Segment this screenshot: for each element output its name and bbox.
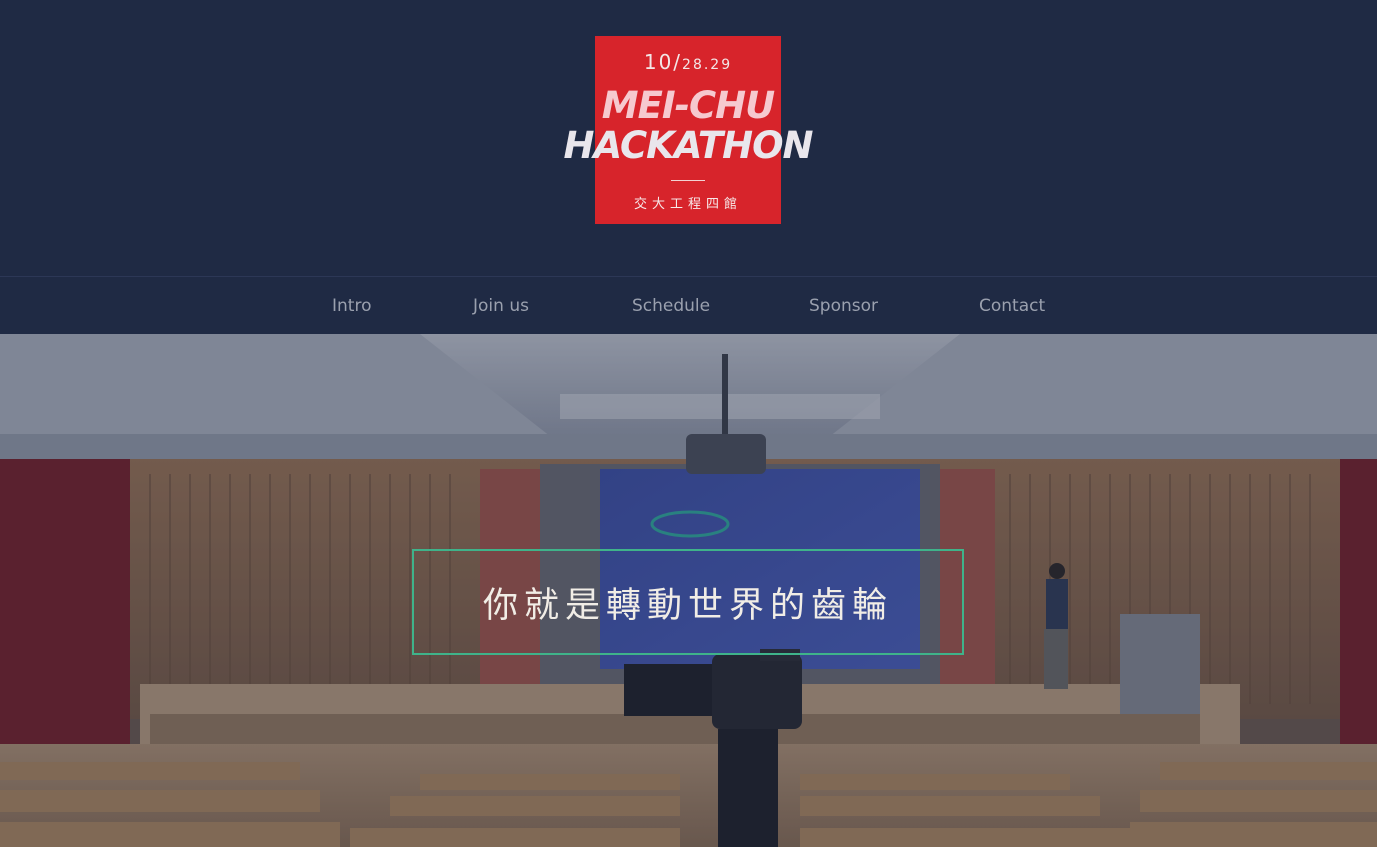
site-header: 10/28.29 MEI-CHU HACKATHON 交大工程四館 [0, 0, 1377, 276]
main-nav: Intro Join us Schedule Sponsor Contact [0, 276, 1377, 334]
logo-divider [671, 180, 705, 181]
logo-title-line2: HACKATHON [563, 124, 813, 167]
logo-title-line1: MEI-CHU [601, 84, 775, 127]
nav-join-us[interactable]: Join us [473, 296, 529, 316]
event-date-days: 28.29 [682, 57, 733, 73]
nav-sponsor[interactable]: Sponsor [809, 296, 878, 316]
nav-contact[interactable]: Contact [979, 296, 1045, 316]
event-date: 10/28.29 [558, 50, 818, 74]
hackathon-logo[interactable]: 10/28.29 MEI-CHU HACKATHON 交大工程四館 [558, 36, 818, 224]
hero-tagline: 你就是轉動世界的齒輪 [482, 585, 893, 626]
event-date-month: 10/ [643, 50, 683, 74]
nav-schedule[interactable]: Schedule [632, 296, 710, 316]
tagline-frame: 你就是轉動世界的齒輪 [412, 549, 964, 655]
nav-intro[interactable]: Intro [332, 296, 371, 316]
hero-section: 你就是轉動世界的齒輪 [0, 334, 1377, 847]
event-venue: 交大工程四館 [633, 197, 742, 212]
